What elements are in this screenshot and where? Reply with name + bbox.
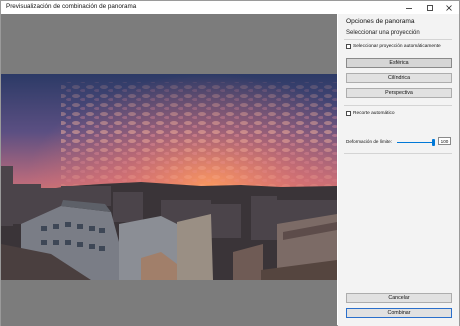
- panel-title: Opciones de panorama: [346, 18, 415, 25]
- projection-spherical-button[interactable]: Esférica: [346, 58, 452, 68]
- boundary-warp-slider-thumb[interactable]: [431, 139, 435, 146]
- section-divider: [344, 105, 452, 106]
- boundary-warp-value-input[interactable]: 100: [438, 137, 451, 145]
- projection-section-title: Seleccionar una proyección: [346, 30, 420, 36]
- panorama-photo-graphic: [1, 74, 337, 280]
- panorama-options-panel: Opciones de panorama Seleccionar una pro…: [338, 14, 459, 326]
- maximize-button[interactable]: [420, 1, 440, 14]
- merge-button[interactable]: Combinar: [346, 308, 452, 318]
- auto-crop-label: Recorte automático: [353, 111, 395, 116]
- boundary-warp-slider-fill: [397, 142, 433, 143]
- minimize-button[interactable]: [399, 1, 419, 14]
- close-button[interactable]: [439, 1, 459, 14]
- panorama-preview-image: [1, 74, 337, 280]
- title-bar: Previsualización de combinación de panor…: [1, 1, 459, 14]
- close-icon: [446, 4, 452, 11]
- auto-crop-checkbox[interactable]: [346, 111, 351, 116]
- panorama-preview-area: [1, 14, 337, 326]
- cancel-button[interactable]: Cancelar: [346, 293, 452, 303]
- auto-projection-label: Seleccionar proyección automáticamente: [353, 44, 441, 49]
- projection-cylindrical-button[interactable]: Cilíndrica: [346, 73, 452, 83]
- boundary-warp-label: Deformación de límite:: [346, 139, 392, 144]
- maximize-icon: [427, 4, 433, 11]
- panorama-merge-window: Previsualización de combinación de panor…: [0, 0, 460, 326]
- boundary-warp-slider[interactable]: [397, 139, 435, 146]
- projection-perspective-button[interactable]: Perspectiva: [346, 88, 452, 98]
- minimize-icon: [406, 7, 412, 9]
- section-divider: [344, 39, 452, 40]
- auto-projection-checkbox[interactable]: [346, 44, 351, 49]
- auto-projection-checkbox-row[interactable]: Seleccionar proyección automáticamente: [346, 44, 441, 49]
- auto-crop-checkbox-row[interactable]: Recorte automático: [346, 111, 395, 116]
- section-divider: [344, 153, 452, 154]
- window-title: Previsualización de combinación de panor…: [6, 3, 137, 10]
